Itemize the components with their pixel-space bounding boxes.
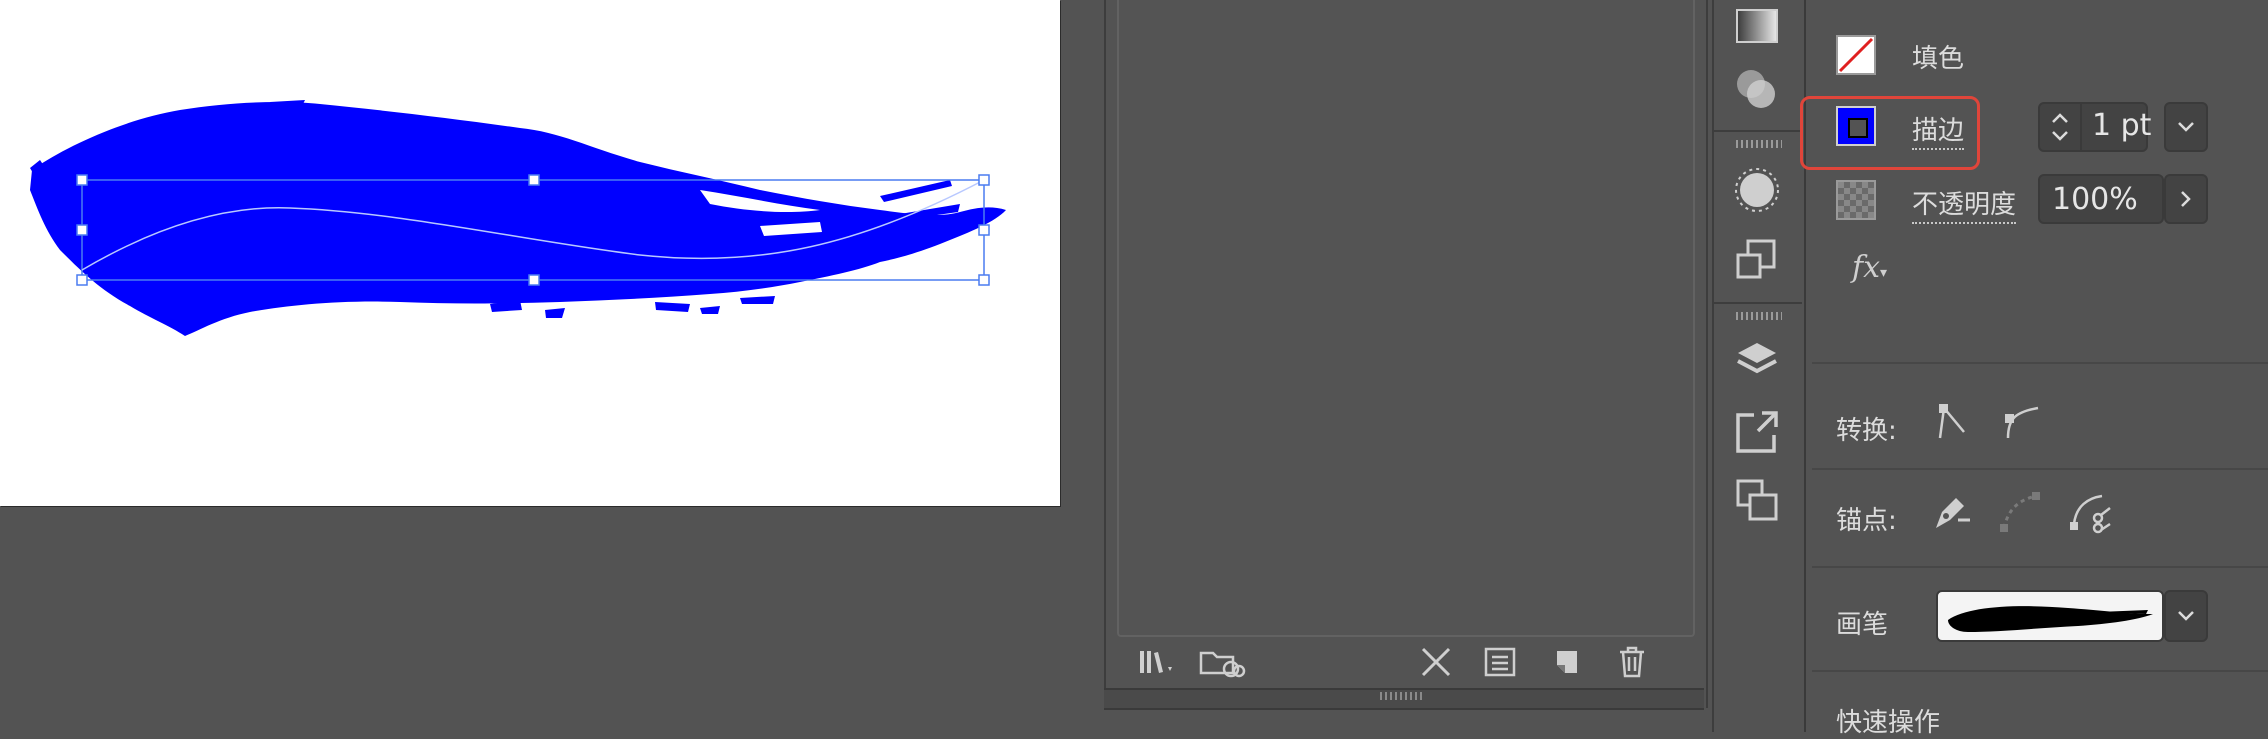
stroke-weight-dropdown[interactable] — [2164, 102, 2208, 152]
fx-button[interactable]: fx▾ — [1852, 250, 1887, 285]
break-link-icon[interactable] — [1406, 640, 1466, 684]
convert-to-smooth-icon[interactable] — [1996, 396, 2048, 448]
stroke-label[interactable]: 描边 — [1912, 110, 1965, 150]
panel-grip-icon[interactable] — [1736, 312, 1782, 320]
cut-path-icon[interactable] — [2064, 486, 2116, 538]
delete-icon[interactable] — [1602, 640, 1662, 684]
convert-label: 转换: — [1836, 416, 1897, 446]
transparency-icon[interactable] — [1712, 62, 1802, 118]
brushes-panel-toolbar — [1104, 640, 1704, 688]
resize-grip-icon[interactable] — [1380, 692, 1424, 700]
brushes-list-area[interactable] — [1117, 0, 1695, 637]
stepper-arrows-icon — [2052, 113, 2068, 141]
panel-grip-icon[interactable] — [1736, 140, 1782, 148]
cloud-libraries-icon[interactable] — [1188, 640, 1258, 684]
stroke-swatch[interactable] — [1836, 106, 1876, 146]
opacity-label[interactable]: 不透明度 — [1912, 184, 2017, 224]
chevron-down-icon — [2178, 611, 2194, 621]
new-brush-icon[interactable] — [1536, 640, 1596, 684]
brush-stroke-artwork — [30, 100, 1006, 336]
connect-anchors-icon[interactable] — [1994, 486, 2046, 538]
canvas-artwork[interactable] — [0, 0, 1060, 506]
stroke-weight-value[interactable]: 1 pt — [2092, 108, 2151, 143]
pen-remove-anchor-icon[interactable] — [1924, 486, 1976, 538]
chevron-down-icon — [2178, 122, 2194, 132]
appearance-icon[interactable] — [1712, 162, 1802, 218]
brush-options-icon[interactable] — [1470, 640, 1530, 684]
stroke-swatch-inner — [1848, 118, 1868, 138]
fx-label: fx — [1852, 250, 1881, 285]
fill-swatch[interactable] — [1836, 35, 1876, 75]
anchor-label: 锚点: — [1836, 506, 1897, 536]
fill-label: 填色 — [1912, 44, 1965, 74]
opacity-value[interactable]: 100% — [2052, 182, 2138, 217]
transform-icon[interactable] — [1712, 232, 1802, 288]
export-icon[interactable] — [1712, 404, 1802, 460]
brush-label: 画笔 — [1836, 610, 1889, 640]
brush-dropdown[interactable] — [2164, 590, 2208, 642]
fx-dropdown-icon: ▾ — [1880, 265, 1888, 281]
layers-icon[interactable] — [1712, 334, 1802, 390]
chevron-right-icon — [2181, 191, 2191, 207]
gradient-icon[interactable] — [1712, 0, 1802, 56]
quick-actions-label: 快速操作 — [1836, 708, 1941, 738]
artboards-icon[interactable] — [1712, 472, 1802, 528]
libraries-icon[interactable] — [1128, 640, 1188, 684]
brush-preview-field[interactable] — [1936, 590, 2164, 642]
opacity-expand-button[interactable] — [2164, 174, 2208, 224]
convert-to-corner-icon[interactable] — [1926, 396, 1978, 448]
none-swatch-icon — [1838, 37, 1874, 73]
opacity-swatch[interactable] — [1836, 180, 1876, 220]
stroke-weight-stepper[interactable] — [2040, 104, 2082, 150]
brush-preview-icon — [1948, 606, 2153, 632]
